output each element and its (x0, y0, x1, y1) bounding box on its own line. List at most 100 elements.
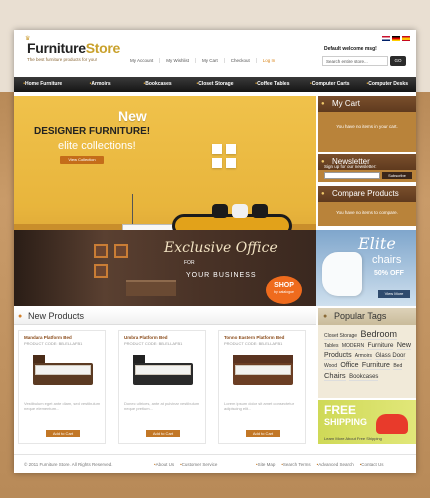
flag-de-icon[interactable] (392, 36, 400, 41)
shelf-image (94, 244, 108, 258)
hero-subheadline: elite collections! (58, 140, 136, 152)
popular-tags-block: Popular Tags Closet Storage Bedroom Tabl… (318, 308, 416, 398)
menu-item-closet-storage[interactable]: Closet Storage (186, 77, 243, 92)
footer-links-primary: About Us Customer Service (154, 455, 218, 474)
copyright-text: © 2011 Furniture Store. All Rights Reser… (24, 462, 113, 467)
menu-item-bookcases[interactable]: Bookcases (129, 77, 186, 92)
tag-link[interactable]: Closet Storage (324, 333, 358, 340)
tag-link[interactable]: Office (340, 362, 359, 370)
product-image[interactable] (27, 353, 99, 395)
link-my-account[interactable]: My Account (124, 58, 161, 63)
menu-item-armoirs[interactable]: Armoirs (71, 77, 128, 92)
tag-link[interactable]: Bedroom (360, 329, 397, 340)
hero-headline: DESIGNER FURNITURE! (34, 126, 151, 137)
hero-new-label: New (118, 108, 147, 124)
menu-item-home-furniture[interactable]: Home Furniture (14, 77, 71, 92)
shelf-image (114, 244, 128, 258)
product-image[interactable] (127, 353, 199, 395)
tag-link[interactable]: Wood (324, 363, 337, 370)
store-page: ♛ FurnitureStore The best furniture prod… (14, 30, 416, 473)
flag-en-icon[interactable] (382, 36, 390, 41)
footer-link-advanced-search[interactable]: Advanced Search (317, 455, 354, 474)
my-cart-title: My Cart (318, 96, 416, 112)
footer-link-customer-service[interactable]: Customer Service (180, 455, 218, 474)
footer-link-site-map[interactable]: Site Map (256, 455, 276, 474)
cart-empty-text: You have no items in your cart. (336, 124, 398, 129)
product-name[interactable]: Umbra Platform Bed (124, 335, 168, 340)
link-checkout[interactable]: Checkout (225, 58, 257, 63)
link-my-cart[interactable]: My Cart (196, 58, 225, 63)
product-code: PRODUCT CODE: BB-ELLAFB1 (24, 341, 83, 346)
logo-text: FurnitureStore (27, 40, 121, 56)
product-card: Tonno Eastern Platform Bed PRODUCT CODE:… (218, 330, 306, 444)
tag-link[interactable]: Armoirs (354, 353, 372, 360)
link-my-wishlist[interactable]: My Wishlist (160, 58, 197, 63)
elite-title: Elite (358, 234, 396, 253)
menu-item-computer-desks[interactable]: Computer Desks (359, 77, 416, 92)
tag-link[interactable]: Bookcases (349, 374, 379, 381)
office-banner-subtitle: YOUR BUSINESS (186, 272, 257, 279)
product-code: PRODUCT CODE: BB-ELLAFB1 (224, 341, 283, 346)
subscribe-button[interactable]: Subscribe (382, 172, 412, 179)
chair-image (322, 252, 362, 296)
add-to-cart-button[interactable]: Add to Cart (146, 430, 180, 437)
wall-frame (212, 144, 222, 154)
compare-products-block: Compare Products You have no items to co… (318, 186, 416, 226)
compare-empty-text: You have no items to compare. (336, 210, 398, 215)
newsletter-email-input[interactable] (324, 172, 380, 179)
office-banner[interactable]: Exclusive Office FOR YOUR BUSINESS SHOP b… (14, 230, 316, 306)
desk-image (126, 280, 176, 296)
product-name[interactable]: Mandara Platform Bed (24, 335, 72, 340)
free-shipping-title: FREE SHIPPING (324, 403, 368, 427)
search-input[interactable]: Search entire store... (322, 56, 388, 66)
free-shipping-link[interactable]: Learn More About Free Shipping (324, 436, 382, 441)
my-cart-block: My Cart You have no items in your cart. (318, 96, 416, 152)
product-card: Mandara Platform Bed PRODUCT CODE: BB-EL… (18, 330, 106, 444)
footer-link-contact-us[interactable]: Contact Us (360, 455, 383, 474)
compare-title: Compare Products (318, 186, 416, 202)
logo-slogan: The best furniture products for you! (27, 57, 98, 62)
new-products-title: New Products (14, 308, 316, 325)
wall-frame (212, 158, 222, 168)
wall-frame (226, 158, 236, 168)
newsletter-label: Sign up for our newsletter: (324, 164, 377, 169)
tag-link[interactable]: Furniture (361, 362, 390, 370)
welcome-message: Default welcome msg! (324, 46, 377, 52)
store-logo[interactable]: ♛ FurnitureStore The best furniture prod… (25, 36, 121, 62)
newsletter-block: Newsletter Sign up for our newsletter: S… (318, 154, 416, 182)
menu-item-computer-carts[interactable]: Computer Carts (301, 77, 358, 92)
view-collection-button[interactable]: View Collection (60, 156, 104, 164)
shop-badge[interactable]: SHOP by catalogue (266, 276, 302, 304)
link-login[interactable]: Log In (257, 58, 282, 63)
view-more-button[interactable]: View More (378, 290, 410, 298)
flag-es-icon[interactable] (402, 36, 410, 41)
product-description: Vestibulum eget ante diam, sed vestibulu… (24, 401, 101, 411)
product-code: PRODUCT CODE: BB-ELLAFB1 (124, 341, 183, 346)
add-to-cart-button[interactable]: Add to Cart (246, 430, 280, 437)
elite-discount: 50% OFF (374, 270, 404, 277)
product-image[interactable] (227, 353, 299, 395)
top-links: My Account My Wishlist My Cart Checkout … (124, 58, 281, 63)
footer-link-about-us[interactable]: About Us (154, 455, 175, 474)
tag-link[interactable]: Chairs (324, 371, 346, 381)
elite-chairs-label: chairs (372, 254, 402, 266)
tag-link[interactable]: Glass Door (375, 353, 406, 360)
menu-item-coffee-tables[interactable]: Coffee Tables (244, 77, 301, 92)
elite-chairs-banner[interactable]: Elite chairs 50% OFF View More (316, 230, 416, 306)
footer-link-search-terms[interactable]: Search Terms (281, 455, 311, 474)
vase-image (132, 194, 138, 224)
tag-link[interactable]: Bed (393, 363, 403, 370)
search-button[interactable]: GO (390, 56, 406, 66)
tag-link[interactable]: MODERN (341, 343, 365, 350)
language-flags (382, 36, 410, 41)
product-card: Umbra Platform Bed PRODUCT CODE: BB-ELLA… (118, 330, 206, 444)
add-to-cart-button[interactable]: Add to Cart (46, 430, 80, 437)
footer: © 2011 Furniture Store. All Rights Reser… (14, 454, 416, 473)
tag-link[interactable]: Tables (324, 343, 339, 350)
office-banner-for: FOR (184, 260, 195, 266)
product-name[interactable]: Tonno Eastern Platform Bed (224, 335, 284, 340)
wall-frame (226, 144, 236, 154)
free-shipping-banner[interactable]: FREE SHIPPING Learn More About Free Shipp… (318, 400, 416, 444)
tag-link[interactable]: Furniture (367, 342, 394, 350)
popular-tags-title: Popular Tags (318, 308, 416, 325)
